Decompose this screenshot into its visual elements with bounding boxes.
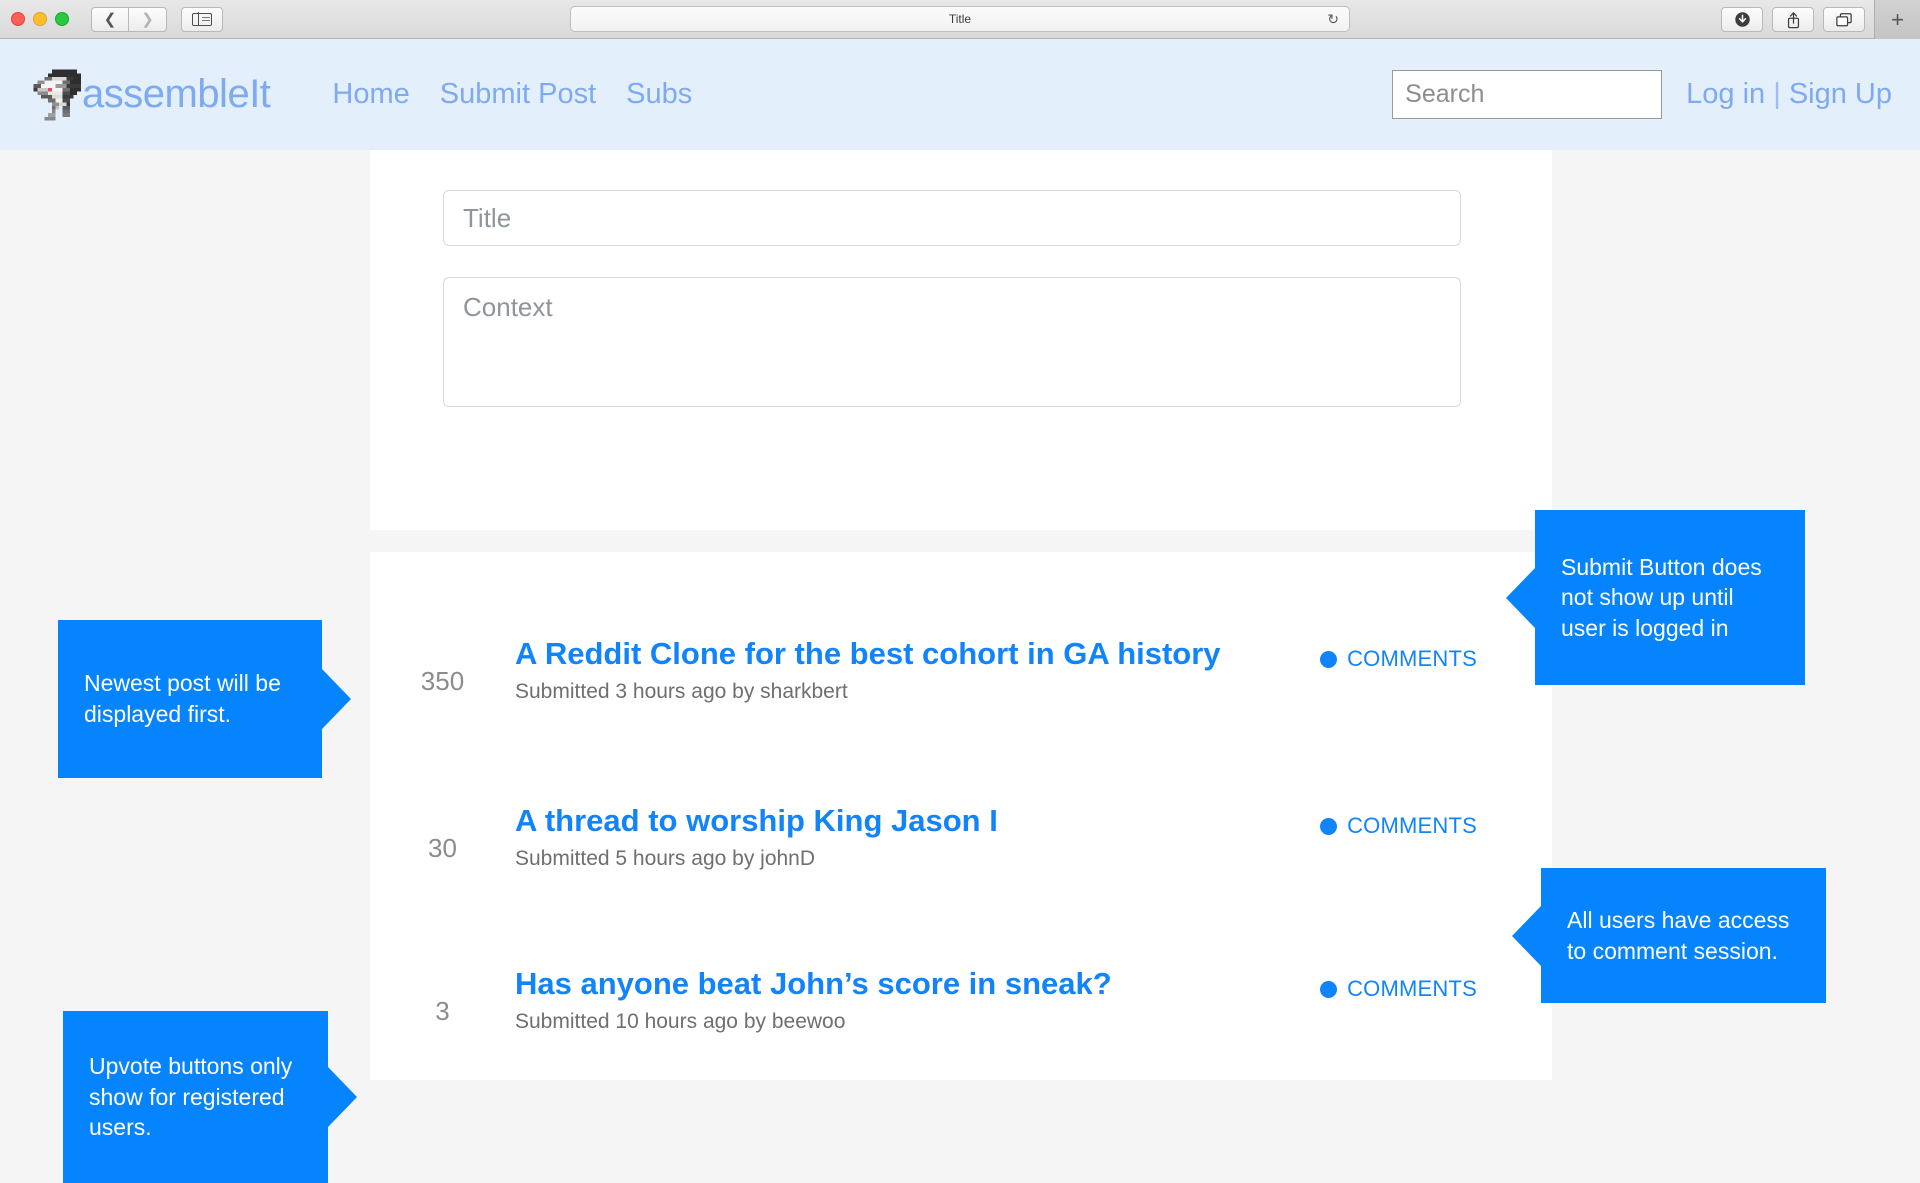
post-main: A thread to worship King Jason I Submitt… <box>515 803 1320 871</box>
forward-button[interactable]: ❯ <box>129 6 167 32</box>
table-row[interactable]: 3 Has anyone beat John’s score in sneak?… <box>370 920 1552 1080</box>
share-icon <box>1787 11 1799 28</box>
shark-logo-icon <box>33 69 81 120</box>
table-row[interactable]: 350 A Reddit Clone for the best cohort i… <box>370 590 1552 750</box>
post-title-link[interactable]: A Reddit Clone for the best cohort in GA… <box>515 636 1320 673</box>
brand-name: assembleIt <box>82 72 271 116</box>
comments-link[interactable]: COMMENTS <box>1320 646 1477 672</box>
comments-label: COMMENTS <box>1347 976 1477 1001</box>
post-meta: Submitted 10 hours ago by beewoo <box>515 1009 846 1033</box>
callout-tail <box>1506 567 1535 628</box>
nav-item-home[interactable]: Home <box>332 78 409 111</box>
back-button[interactable]: ❮ <box>91 6 129 32</box>
callout-tail <box>322 669 351 729</box>
browser-chrome: ❮ ❯ Title ↻ + <box>0 0 1920 39</box>
post-meta: Submitted 5 hours ago by johnD <box>515 846 816 870</box>
comments-link[interactable]: COMMENTS <box>1320 976 1477 1002</box>
comments-label: COMMENTS <box>1347 646 1477 671</box>
annotation-text: Newest post will be displayed first. <box>84 670 281 727</box>
annotation-newest-post: Newest post will be displayed first. <box>58 620 351 778</box>
signup-link[interactable]: Sign Up <box>1789 78 1892 110</box>
nav-item-submit-post[interactable]: Submit Post <box>440 78 596 111</box>
tab-overview-button[interactable] <box>1823 7 1865 32</box>
post-score: 3 <box>435 995 450 1026</box>
panel-divider <box>370 530 1552 552</box>
download-icon <box>1734 12 1750 27</box>
comments-label: COMMENTS <box>1347 813 1477 838</box>
search-input[interactable] <box>1392 70 1663 119</box>
annotation-comment-access: All users have access to comment session… <box>1512 868 1826 1003</box>
main-navigation: Home Submit Post Subs <box>332 78 692 111</box>
table-row[interactable]: 30 A thread to worship King Jason I Subm… <box>370 757 1552 917</box>
minimize-window-button[interactable] <box>33 12 47 26</box>
sidebar-toggle-icon <box>192 12 212 26</box>
submit-post-panel <box>370 150 1552 530</box>
login-link[interactable]: Log in <box>1686 78 1765 110</box>
post-title-link[interactable]: A thread to worship King Jason I <box>515 803 1320 840</box>
comment-dot-icon <box>1320 650 1338 668</box>
post-score: 30 <box>428 832 457 863</box>
annotation-upvote-buttons: Upvote buttons only show for registered … <box>63 1011 357 1183</box>
annotation-text: All users have access to comment session… <box>1567 906 1790 964</box>
tab-overview-icon <box>1836 12 1852 26</box>
address-bar[interactable]: Title ↻ <box>570 6 1350 32</box>
annotation-submit-button: Submit Button does not show up until use… <box>1506 510 1805 685</box>
page-title-text: Title <box>948 12 972 26</box>
post-main: Has anyone beat John’s score in sneak? S… <box>515 966 1320 1034</box>
site-header: assembleIt Home Submit Post Subs Log in … <box>0 39 1920 150</box>
sidebar-toggle-button[interactable] <box>181 6 223 32</box>
window-traffic-lights <box>11 12 69 26</box>
post-title-input[interactable] <box>443 190 1461 246</box>
header-right-group: Log in | Sign Up <box>1392 70 1892 119</box>
maximize-window-button[interactable] <box>55 12 69 26</box>
post-score: 350 <box>420 665 465 696</box>
chrome-toolbar-right: + <box>1721 0 1920 39</box>
post-meta: Submitted 3 hours ago by sharkbert <box>515 679 848 703</box>
annotation-text: Upvote buttons only show for registered … <box>89 1053 293 1141</box>
posts-list: 350 A Reddit Clone for the best cohort i… <box>370 552 1552 1080</box>
post-context-textarea[interactable] <box>443 277 1461 407</box>
post-main: A Reddit Clone for the best cohort in GA… <box>515 636 1320 704</box>
comments-link[interactable]: COMMENTS <box>1320 813 1477 839</box>
reload-icon[interactable]: ↻ <box>1327 12 1339 26</box>
close-window-button[interactable] <box>11 12 25 26</box>
navigation-buttons: ❮ ❯ <box>91 6 167 32</box>
nav-item-subs[interactable]: Subs <box>626 78 692 111</box>
comment-dot-icon <box>1320 817 1338 835</box>
post-title-link[interactable]: Has anyone beat John’s score in sneak? <box>515 966 1320 1003</box>
auth-separator: | <box>1773 78 1781 110</box>
comment-dot-icon <box>1320 980 1338 998</box>
page-body: 350 A Reddit Clone for the best cohort i… <box>0 150 1920 1183</box>
downloads-button[interactable] <box>1721 7 1763 32</box>
callout-tail <box>328 1067 357 1127</box>
callout-tail <box>1512 905 1541 966</box>
share-button[interactable] <box>1772 7 1814 32</box>
new-tab-button[interactable]: + <box>1874 0 1920 39</box>
annotation-text: Submit Button does not show up until use… <box>1561 553 1762 641</box>
auth-links: Log in | Sign Up <box>1686 78 1892 111</box>
chevron-left-icon: ❮ <box>103 10 117 28</box>
brand-logo-link[interactable]: assembleIt <box>30 66 271 124</box>
chevron-right-icon: ❯ <box>141 10 154 28</box>
